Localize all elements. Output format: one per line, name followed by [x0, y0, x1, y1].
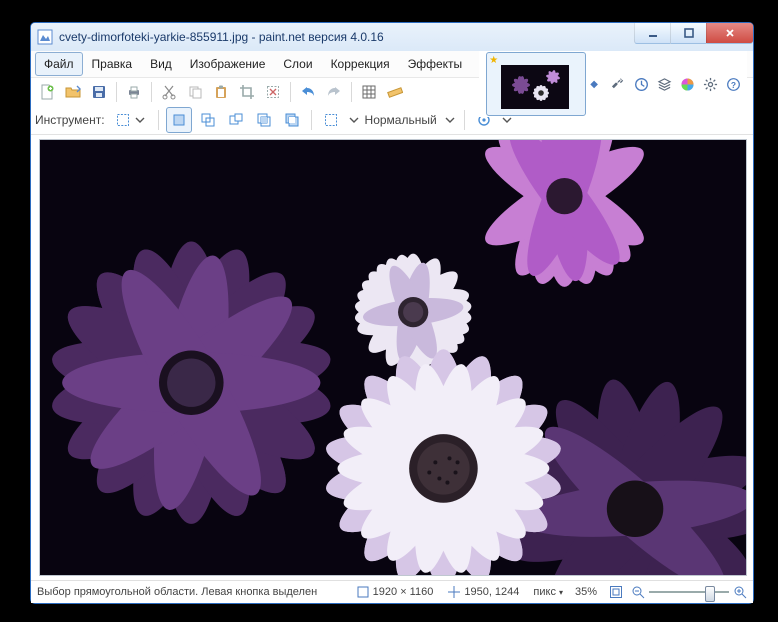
zoom-level[interactable]: 35% [575, 586, 597, 598]
selection-xor-icon[interactable] [280, 108, 304, 132]
statusbar: Выбор прямоугольной области. Левая кнопк… [31, 580, 753, 603]
settings-icon[interactable] [700, 74, 720, 94]
window-controls [634, 23, 753, 44]
canvas-image [40, 140, 746, 575]
cursor-icon [447, 585, 461, 599]
help-icon[interactable]: ? [723, 74, 743, 94]
utility-toolbar: ? [604, 74, 747, 94]
minimize-button[interactable] [634, 23, 670, 44]
instrument-label: Инструмент: [35, 113, 107, 127]
toolbar-separator [116, 82, 117, 102]
selection-subtract-icon[interactable] [224, 108, 248, 132]
chevron-down-icon[interactable] [347, 113, 361, 127]
svg-text:?: ? [730, 79, 735, 89]
toolbar-separator [351, 82, 352, 102]
deselect-icon[interactable] [261, 80, 285, 104]
unit-selector[interactable]: пикс ▾ [533, 586, 563, 598]
dimensions-icon [356, 585, 370, 599]
client-area: ★ ◆ ? Файл [31, 51, 753, 603]
save-icon[interactable] [87, 80, 111, 104]
crop-icon[interactable] [235, 80, 259, 104]
selection-intersect-icon[interactable] [252, 108, 276, 132]
toolbar-separator [290, 82, 291, 102]
maximize-button[interactable] [670, 23, 706, 44]
menu-effects[interactable]: Эффекты [399, 52, 472, 76]
cursor-pos: 1950, 1244 [447, 585, 519, 599]
chevron-down-icon[interactable] [443, 113, 457, 127]
cut-icon[interactable] [157, 80, 181, 104]
layers-window-icon[interactable] [654, 74, 674, 94]
thumbnails-chevron-icon[interactable]: ◆ [590, 79, 598, 90]
selection-shape-icon[interactable] [319, 108, 343, 132]
paste-icon[interactable] [209, 80, 233, 104]
undo-icon[interactable] [296, 80, 320, 104]
tools-window-icon[interactable] [608, 74, 628, 94]
grid-icon[interactable] [357, 80, 381, 104]
history-window-icon[interactable] [631, 74, 651, 94]
redo-icon[interactable] [322, 80, 346, 104]
selection-add-icon[interactable] [196, 108, 220, 132]
close-button[interactable] [706, 23, 753, 44]
zoom-out-icon[interactable] [631, 585, 645, 599]
thumbnails-panel: ★ ◆ ? [479, 51, 747, 117]
titlebar[interactable]: cvety-dimorfoteki-yarkie-855911.jpg - pa… [31, 23, 753, 51]
status-hint: Выбор прямоугольной области. Левая кнопк… [37, 586, 317, 598]
blend-mode-label: Нормальный [365, 113, 439, 127]
thumbnail-preview [501, 65, 569, 109]
ruler-icon[interactable] [383, 80, 407, 104]
zoom-slider-thumb[interactable] [705, 586, 715, 602]
open-file-icon[interactable] [61, 80, 85, 104]
selection-replace-icon[interactable] [166, 107, 192, 133]
copy-icon[interactable] [183, 80, 207, 104]
toolbar-separator [311, 110, 312, 130]
canvas-viewport[interactable] [39, 139, 747, 576]
star-icon: ★ [489, 55, 498, 66]
tool-selector[interactable] [111, 108, 151, 132]
zoom-slider[interactable] [649, 584, 729, 600]
new-file-icon[interactable] [35, 80, 59, 104]
chevron-down-icon [133, 113, 147, 127]
rectangle-select-icon [115, 112, 131, 128]
menu-edit[interactable]: Правка [83, 52, 142, 76]
print-icon[interactable] [122, 80, 146, 104]
toolbar-separator [151, 82, 152, 102]
toolbar-separator [158, 110, 159, 130]
menu-view[interactable]: Вид [141, 52, 181, 76]
menu-image[interactable]: Изображение [181, 52, 275, 76]
app-icon [37, 29, 53, 45]
zoom-in-icon[interactable] [733, 585, 747, 599]
image-thumbnail[interactable]: ★ [486, 52, 586, 116]
image-dims: 1920 × 1160 [356, 585, 434, 599]
toolbar-separator [464, 110, 465, 130]
colors-window-icon[interactable] [677, 74, 697, 94]
fit-window-icon[interactable] [609, 585, 623, 599]
menu-layers[interactable]: Слои [274, 52, 321, 76]
app-window: cvety-dimorfoteki-yarkie-855911.jpg - pa… [30, 22, 754, 604]
menu-file[interactable]: Файл [35, 52, 83, 76]
menu-adjust[interactable]: Коррекция [322, 52, 399, 76]
